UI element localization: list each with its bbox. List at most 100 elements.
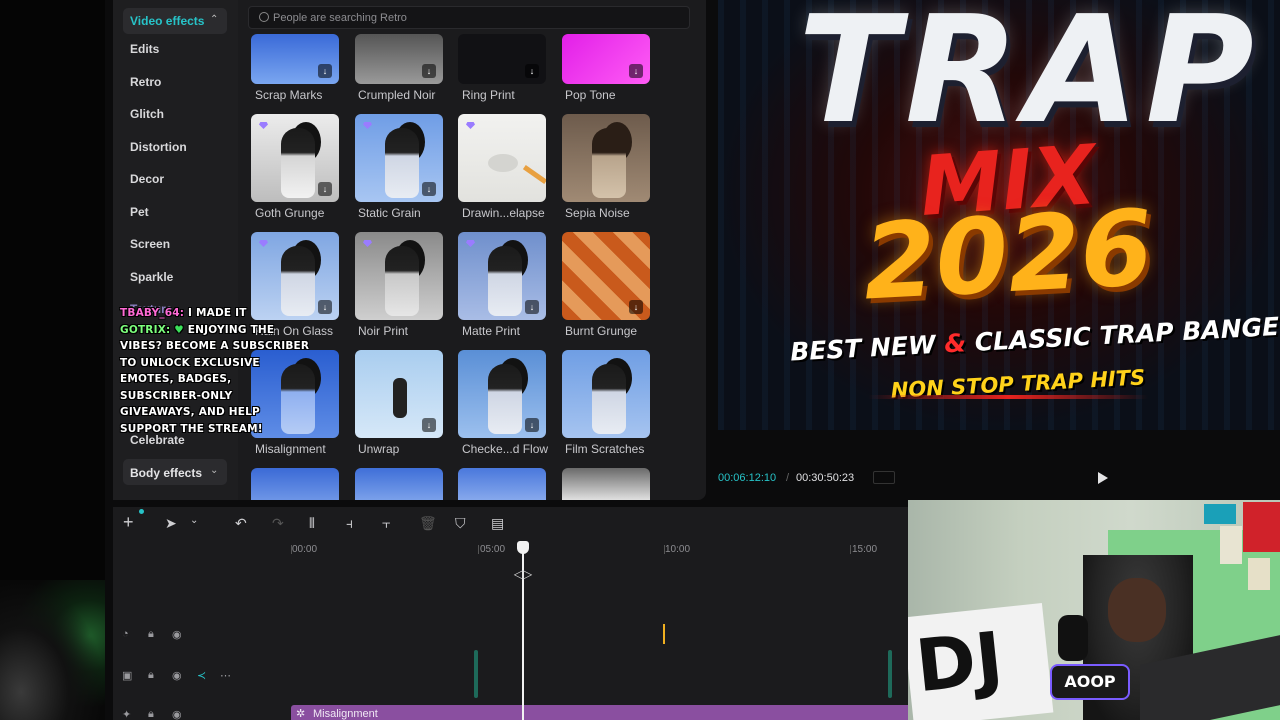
playhead-handle-top[interactable]: [517, 541, 529, 554]
category-pet[interactable]: Pet: [130, 205, 149, 219]
thumbnail-figure: [393, 378, 407, 418]
effect-track-icon[interactable]: ✦: [122, 708, 131, 720]
download-icon[interactable]: ↓: [422, 418, 436, 432]
ruler-tick: [478, 545, 479, 554]
split-right-icon[interactable]: ⫟: [382, 515, 390, 532]
wall-poster: [1243, 502, 1280, 552]
category-distortion[interactable]: Distortion: [130, 140, 187, 154]
chevron-down-icon: ⌄: [210, 465, 219, 476]
effect-label: Burnt Grunge: [565, 324, 638, 338]
marker[interactable]: [663, 624, 665, 644]
download-icon[interactable]: ↓: [318, 182, 332, 196]
effect-clip-misalignment[interactable]: [291, 705, 911, 720]
aspect-ratio-icon[interactable]: [873, 471, 895, 484]
keyframe-icon[interactable]: ▤: [491, 515, 504, 532]
download-icon[interactable]: ↓: [422, 182, 436, 196]
chat-text: ENJOYING THE VIBES? BECOME A SUBSCRIBER …: [120, 323, 310, 435]
effect-tile-drawing-timelapse[interactable]: [458, 114, 546, 202]
effect-label: Matte Print: [462, 324, 521, 338]
effect-tile-crumpled-noir[interactable]: ↓: [355, 34, 443, 84]
effect-tile-goth-grunge[interactable]: ↓: [251, 114, 339, 202]
chevron-up-icon[interactable]: ⌃: [210, 14, 218, 25]
category-edits[interactable]: Edits: [130, 42, 159, 56]
download-icon[interactable]: ↓: [629, 64, 643, 78]
download-icon[interactable]: ↓: [422, 64, 436, 78]
undo-icon[interactable]: ↶: [235, 515, 247, 532]
effect-tile-static-grain[interactable]: ↓: [355, 114, 443, 202]
effect-tile-scrap-marks[interactable]: ↓: [251, 34, 339, 84]
thumbnail-figure: [592, 364, 626, 434]
effects-search-input[interactable]: People are searching Retro: [248, 6, 690, 29]
category-decor[interactable]: Decor: [130, 172, 164, 186]
effect-label: Sepia Noise: [565, 206, 630, 220]
delete-icon[interactable]: 🗑: [419, 515, 437, 532]
chat-message: TBABY_64: I MADE IT: [120, 305, 310, 322]
notification-dot: [139, 509, 144, 514]
category-sparkle[interactable]: Sparkle: [130, 270, 173, 284]
split-left-icon[interactable]: ⫞: [346, 515, 353, 532]
chat-username: TBABY_64:: [120, 307, 185, 319]
shield-icon[interactable]: ⛉: [455, 515, 466, 532]
effect-tile-sepia-noise[interactable]: [562, 114, 650, 202]
eye-icon[interactable]: ◉: [172, 669, 182, 682]
effect-tile-noir-print[interactable]: [355, 232, 443, 320]
category-glitch[interactable]: Glitch: [130, 107, 164, 121]
effect-tile-matte-print[interactable]: ↓: [458, 232, 546, 320]
wall-poster: [1204, 504, 1236, 524]
total-time: 00:30:50:23: [796, 472, 855, 484]
effect-tile-row5[interactable]: [355, 468, 443, 500]
body-effects-label: Body effects: [130, 466, 203, 480]
ruler-tick: [850, 545, 851, 554]
effect-tile-pop-tone[interactable]: ↓: [562, 34, 650, 84]
audio-clip-edge[interactable]: [474, 650, 478, 698]
thumbnail-figure: [385, 246, 419, 316]
download-icon[interactable]: ↓: [318, 300, 332, 314]
webcam-overlay: DJ AOOP: [908, 500, 1280, 720]
audio-clip-edge[interactable]: [888, 650, 892, 698]
eye-icon[interactable]: ◉: [172, 628, 182, 641]
add-track-button[interactable]: +: [123, 512, 134, 533]
audio-wave-decoration: [868, 395, 1148, 399]
effect-tile-row5[interactable]: [458, 468, 546, 500]
chevron-down-icon[interactable]: ⌄: [190, 515, 198, 526]
category-screen[interactable]: Screen: [130, 237, 170, 251]
streamer-face: [1108, 578, 1166, 642]
effect-tile-row5[interactable]: [562, 468, 650, 500]
video-track-icon[interactable]: ▣: [122, 669, 132, 682]
premium-gem-icon: [363, 122, 372, 129]
more-icon[interactable]: ⋯: [220, 669, 231, 682]
effect-tile-unwrap[interactable]: ↓: [355, 350, 443, 438]
effect-tile-ring-print[interactable]: ↓: [458, 34, 546, 84]
download-icon[interactable]: ↓: [525, 418, 539, 432]
split-icon[interactable]: ⫴: [309, 515, 315, 532]
category-retro[interactable]: Retro: [130, 75, 161, 89]
ruler-label: 00:00: [292, 544, 318, 555]
effect-label: Goth Grunge: [255, 206, 325, 220]
time-separator: /: [786, 472, 790, 484]
ruler-tick: [291, 545, 292, 554]
download-icon[interactable]: ↓: [525, 64, 539, 78]
eye-icon[interactable]: ◉: [172, 708, 182, 720]
ruler-label: 05:00: [480, 544, 506, 555]
microphone: [1058, 615, 1088, 661]
download-icon[interactable]: ↓: [318, 64, 332, 78]
effect-tile-film-scratches[interactable]: [562, 350, 650, 438]
download-icon[interactable]: ↓: [629, 300, 643, 314]
playhead-drag-icon[interactable]: ◁▷: [512, 567, 534, 585]
audio-icon[interactable]: ≺: [197, 669, 206, 682]
lock-icon[interactable]: 🔒︎: [148, 669, 154, 682]
select-tool-icon[interactable]: ➤: [165, 515, 177, 532]
chat-text: I MADE IT: [188, 307, 247, 319]
lock-icon[interactable]: 🔒︎: [148, 628, 154, 641]
effect-tile-checkered-flow[interactable]: ↓: [458, 350, 546, 438]
clock-icon[interactable]: ◔: [122, 628, 129, 640]
lock-icon[interactable]: 🔒︎: [148, 708, 154, 720]
download-icon[interactable]: ↓: [525, 300, 539, 314]
redo-icon[interactable]: ↷: [272, 515, 284, 532]
preview-title-trap: TRAP: [798, 0, 1260, 156]
effect-tile-burnt-grunge[interactable]: ↓: [562, 232, 650, 320]
effect-tile-row5[interactable]: [251, 468, 339, 500]
video-preview[interactable]: TRAP MIX 2026 BEST NEW & CLASSIC TRAP BA…: [718, 0, 1280, 430]
play-button[interactable]: [1098, 472, 1108, 484]
thumbnail-figure: [385, 128, 419, 198]
